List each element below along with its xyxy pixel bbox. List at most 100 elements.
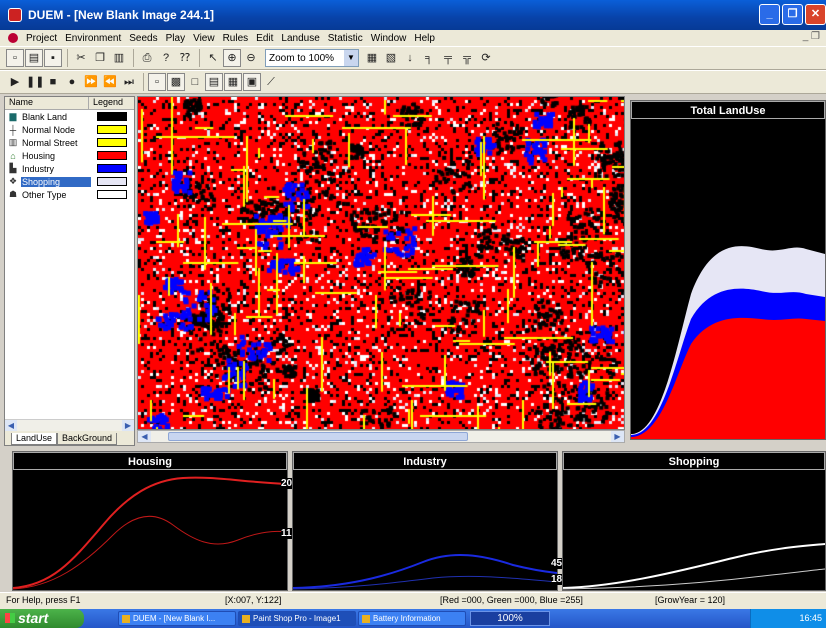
copy-icon[interactable]: ❐ (91, 49, 109, 67)
battery-app-icon (362, 615, 370, 623)
grid-view-icon[interactable]: ▦ (363, 49, 381, 67)
menu-rules[interactable]: Rules (219, 33, 253, 44)
pause-icon[interactable]: ❚❚ (25, 73, 44, 91)
menu-play[interactable]: Play (162, 33, 189, 44)
help-icon[interactable]: ? (157, 49, 175, 67)
layer-label: Industry (22, 163, 55, 174)
menu-seeds[interactable]: Seeds (125, 33, 161, 44)
map-canvas[interactable] (138, 97, 624, 429)
shopping-current-line (562, 568, 826, 590)
zoom-indicator[interactable]: 100% (470, 611, 550, 626)
rewind-icon[interactable]: ⏪ (101, 73, 119, 91)
chart-icon[interactable]: ▤ (205, 73, 223, 91)
down-arrow-icon[interactable]: ↓ (401, 49, 419, 67)
scroll-right-icon[interactable]: ▶ (122, 420, 134, 431)
minimize-button[interactable]: _ (759, 4, 780, 25)
node-tool-icon[interactable]: ╤ (439, 49, 457, 67)
start-button[interactable]: start (0, 609, 84, 628)
maximize-button[interactable]: ❐ (782, 4, 803, 25)
stop-icon[interactable]: ■ (44, 73, 62, 91)
menu-environment[interactable]: Environment (61, 33, 125, 44)
menu-statistic[interactable]: Statistic (324, 33, 367, 44)
layer-row[interactable]: ▙ Industry (5, 162, 134, 175)
system-tray: 16:45 (750, 609, 826, 628)
skip-end-icon[interactable]: ⏭ (120, 73, 138, 91)
layer-scrollbar[interactable]: ◀ ▶ (5, 419, 134, 431)
menu-window[interactable]: Window (367, 33, 411, 44)
landuse-map[interactable] (137, 96, 625, 430)
layer-type-icon: ☗ (8, 189, 18, 199)
layer-label: Normal Street (22, 137, 78, 148)
scroll-thumb[interactable] (168, 432, 468, 441)
column-name[interactable]: Name (5, 97, 89, 109)
fast-forward-icon[interactable]: ⏩ (82, 73, 100, 91)
layer-row[interactable]: ☗ Other Type (5, 188, 134, 201)
mdi-controls[interactable]: _ ❐ (803, 31, 820, 42)
chevron-down-icon[interactable]: ▼ (344, 50, 358, 66)
legend-swatch[interactable] (97, 138, 127, 147)
refresh-icon[interactable]: ⟳ (477, 49, 495, 67)
save-icon[interactable]: ▪ (44, 49, 62, 67)
table-icon[interactable]: ▦ (224, 73, 242, 91)
tab-landuse[interactable]: LandUse (11, 433, 58, 445)
zoom-out-icon[interactable]: ⊖ (242, 49, 260, 67)
print-icon[interactable]: ⎙ (138, 49, 156, 67)
close-button[interactable]: ✕ (805, 4, 826, 25)
map-horizontal-scrollbar[interactable]: ◀ ▶ (137, 430, 625, 443)
tab-background[interactable]: BackGround (57, 433, 118, 445)
layer-row[interactable]: ▆ Blank Land (5, 110, 134, 123)
wand-icon[interactable]: ⟋ (262, 73, 280, 91)
street-tool-icon[interactable]: ╕ (420, 49, 438, 67)
blank-layer-icon[interactable]: □ (186, 73, 204, 91)
legend-swatch[interactable] (97, 151, 127, 160)
new-map-icon[interactable]: ▫ (148, 73, 166, 91)
zoom-in-icon[interactable]: ⊕ (223, 49, 241, 67)
context-help-icon[interactable]: ⁇ (176, 49, 194, 67)
paste-icon[interactable]: ▥ (110, 49, 128, 67)
title-bar[interactable]: DUEM - [New Blank Image 244.1] _ ❐ ✕ (0, 0, 826, 30)
clock[interactable]: 16:45 (799, 613, 822, 623)
windows-logo-icon (5, 613, 15, 623)
legend-swatch[interactable] (97, 112, 127, 121)
task-battery[interactable]: Battery Information (358, 611, 466, 626)
paintshop-app-icon (242, 615, 250, 623)
layer-row[interactable]: ┼ Normal Node (5, 123, 134, 136)
housing-current-line (12, 515, 288, 590)
layer-row[interactable]: ❖ Shopping (5, 175, 134, 188)
task-duem[interactable]: DUEM - [New Blank I... (118, 611, 236, 626)
legend-swatch[interactable] (97, 190, 127, 199)
open-folder-icon[interactable]: ▤ (25, 49, 43, 67)
scroll-right-icon[interactable]: ▶ (611, 431, 624, 442)
layer-row[interactable]: ⌂ Housing (5, 149, 134, 162)
taskbar: start DUEM - [New Blank I... Paint Shop … (0, 609, 826, 628)
layer-view-icon[interactable]: ▧ (382, 49, 400, 67)
scroll-left-icon[interactable]: ◀ (138, 431, 151, 442)
task-paintshop[interactable]: Paint Shop Pro - Image1 (238, 611, 356, 626)
housing-area (631, 317, 825, 439)
menu-view[interactable]: View (189, 33, 219, 44)
legend-swatch[interactable] (97, 177, 127, 186)
layer-row[interactable]: ▥ Normal Street (5, 136, 134, 149)
menu-landuse[interactable]: Landuse (277, 33, 323, 44)
industry-chart (292, 553, 558, 590)
branch-tool-icon[interactable]: ╦ (458, 49, 476, 67)
play-icon[interactable]: ▶ (6, 73, 24, 91)
column-legend[interactable]: Legend (89, 97, 123, 109)
cut-icon[interactable]: ✂ (72, 49, 90, 67)
pointer-icon[interactable]: ↖ (204, 49, 222, 67)
menu-edit[interactable]: Edit (252, 33, 277, 44)
menu-help[interactable]: Help (410, 33, 439, 44)
new-file-icon[interactable]: ▫ (6, 49, 24, 67)
zoom-select[interactable]: Zoom to 100% ▼ (265, 49, 359, 67)
legend-swatch[interactable] (97, 164, 127, 173)
map-layer-icon[interactable]: ▩ (167, 73, 185, 91)
record-icon[interactable]: ● (63, 73, 81, 91)
scroll-left-icon[interactable]: ◀ (5, 420, 17, 431)
document-icon[interactable] (8, 33, 18, 43)
window-icon[interactable]: ▣ (243, 73, 261, 91)
menu-project[interactable]: Project (22, 33, 61, 44)
legend-swatch[interactable] (97, 125, 127, 134)
zoom-select-value: Zoom to 100% (269, 52, 335, 64)
industry-title: Industry (293, 452, 557, 470)
housing-chart (12, 476, 288, 590)
